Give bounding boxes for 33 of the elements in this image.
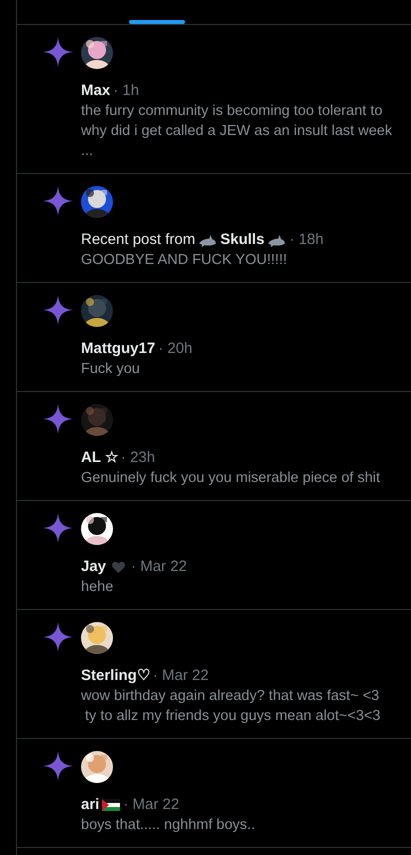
post-time: · Mar 22 <box>123 795 180 815</box>
post-text: wow birthday again already? that was fast~ <3 <box>81 687 380 706</box>
post-time: · 23h <box>120 448 156 468</box>
sparkle-icon <box>43 513 73 543</box>
post-text: Genuinely fuck you you miserable piece of shit <box>81 469 382 488</box>
post-time: · Mar 22 <box>152 666 209 686</box>
post-text: hehe <box>81 578 114 597</box>
user-name[interactable]: AL ☆ <box>81 448 118 468</box>
sparkle-icon <box>43 404 73 434</box>
user-name[interactable]: Skulls <box>220 230 264 250</box>
user-name[interactable]: ari <box>81 795 100 815</box>
post-text: the furry community is becoming too tolerant to <box>81 102 384 121</box>
user-name[interactable]: Mattguy17 <box>81 339 156 359</box>
notification-label: Recent post from <box>81 230 196 250</box>
post-time: · 18h <box>289 230 324 250</box>
post-text: Fuck you <box>81 360 141 379</box>
post-text: ... <box>81 142 94 161</box>
post-text: boys that..... nghhmf boys.. <box>81 816 256 835</box>
sparkle-icon <box>43 186 73 216</box>
sparkle-icon <box>43 751 73 781</box>
tab-indicator <box>129 20 185 24</box>
user-name[interactable]: Max <box>81 81 110 101</box>
post-text: why did i get called a JEW as an insult last week <box>81 122 394 141</box>
sparkle-icon <box>43 37 73 67</box>
post-text: ty to allz my friends you guys mean alot~<3<3 <box>84 707 382 726</box>
post-time: · 1h <box>113 81 140 101</box>
sparkle-icon <box>43 295 73 325</box>
sparkle-icon <box>43 622 73 652</box>
post-time: · 20h <box>158 339 192 359</box>
post-text: GOODBYE AND FUCK YOU!!!!! <box>81 251 288 270</box>
post-time: · Mar 22 <box>131 557 187 577</box>
user-name[interactable]: Sterling♡ <box>81 666 150 686</box>
user-name[interactable]: Jay <box>81 557 106 577</box>
